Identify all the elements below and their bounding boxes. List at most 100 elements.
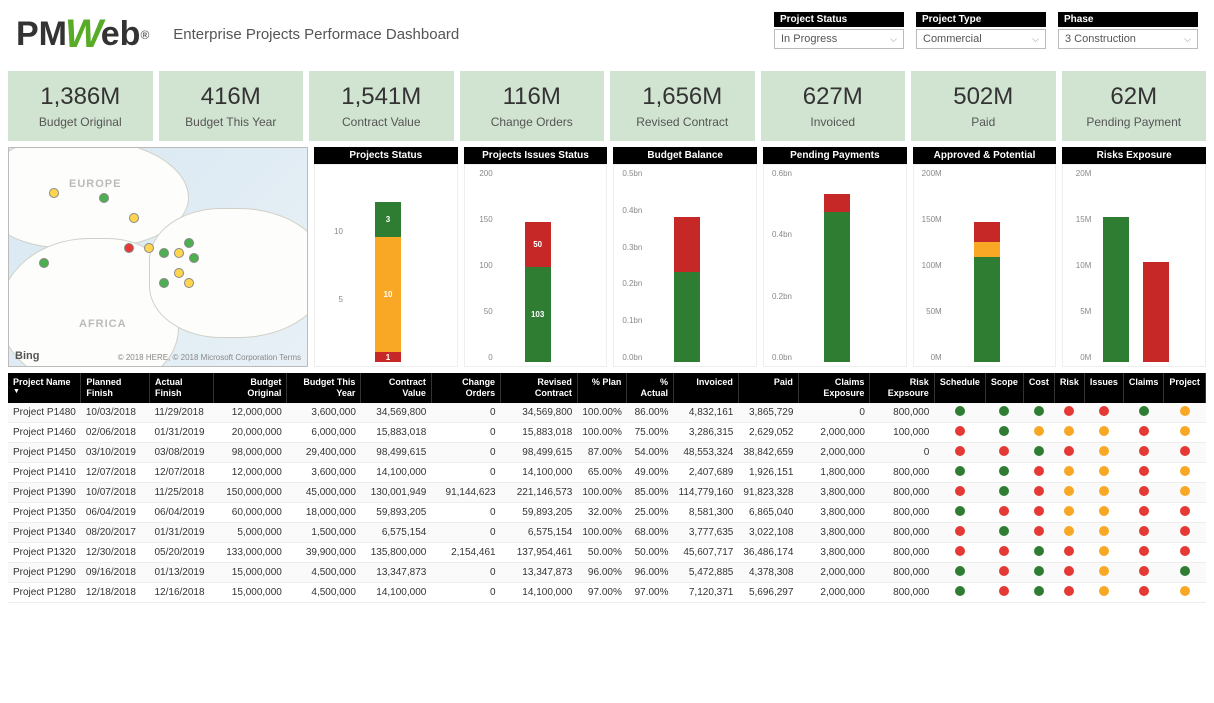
status-dot [999,426,1009,436]
table-row[interactable]: Project P135006/04/201906/04/201960,000,… [8,502,1206,522]
col-header[interactable]: Change Orders [431,373,500,403]
status-dot [1139,586,1149,596]
chevron-down-icon: ⌵ [890,34,897,45]
col-header[interactable]: Scope [985,373,1023,403]
status-dot [1139,486,1149,496]
col-header[interactable]: Project [1164,373,1206,403]
table-row[interactable]: Project P129009/16/201801/13/201915,000,… [8,562,1206,582]
status-dot [999,486,1009,496]
status-dot [1099,546,1109,556]
status-dot [1099,566,1109,576]
map-copyright: © 2018 HERE, © 2018 Microsoft Corporatio… [118,353,301,362]
status-dot [1064,446,1074,456]
status-dot [1064,526,1074,536]
table-row[interactable]: Project P134008/20/201701/31/20195,000,0… [8,522,1206,542]
projects-table[interactable]: Project Name▼Planned FinishActual Finish… [8,373,1206,603]
status-dot [1064,566,1074,576]
chart-risks-exposure: Risks Exposure20M15M10M5M0M [1062,147,1206,367]
filter-label: Project Status [774,12,904,27]
status-dot [1064,546,1074,556]
kpi-invoiced: 627MInvoiced [761,71,906,141]
map-pin[interactable] [49,188,59,198]
status-dot [955,446,965,456]
kpi-pending-payment: 62MPending Payment [1062,71,1207,141]
status-dot [1064,486,1074,496]
map-pin[interactable] [159,248,169,258]
chevron-down-icon: ⌵ [1184,34,1191,45]
filter-select-project-type[interactable]: Commercial⌵ [916,29,1046,49]
status-dot [1139,406,1149,416]
table-row[interactable]: Project P132012/30/201805/20/2019133,000… [8,542,1206,562]
filter-label: Project Type [916,12,1046,27]
table-row[interactable]: Project P141012/07/201812/07/201812,000,… [8,462,1206,482]
table-row[interactable]: Project P128012/18/201812/16/201815,000,… [8,582,1206,602]
status-dot [999,566,1009,576]
status-dot [1099,466,1109,476]
col-header[interactable]: Paid [738,373,798,403]
logo: PMWeb® [16,12,149,57]
col-header[interactable]: Claims [1123,373,1164,403]
status-dot [955,526,965,536]
col-header[interactable]: Risk Expsoure [870,373,934,403]
page-title: Enterprise Projects Performace Dashboard [173,26,459,43]
map-pin[interactable] [174,268,184,278]
status-dot [1064,426,1074,436]
status-dot [1180,506,1190,516]
status-dot [1034,426,1044,436]
status-dot [1180,426,1190,436]
col-header[interactable]: % Plan [577,373,626,403]
status-dot [1064,406,1074,416]
filter-select-phase[interactable]: 3 Construction⌵ [1058,29,1198,49]
table-row[interactable]: Project P146002/06/201801/31/201920,000,… [8,422,1206,442]
status-dot [1180,466,1190,476]
map-pin[interactable] [184,278,194,288]
kpi-budget-this-year: 416MBudget This Year [159,71,304,141]
table-row[interactable]: Project P148010/03/201811/29/201812,000,… [8,403,1206,423]
status-dot [1180,486,1190,496]
map-pin[interactable] [124,243,134,253]
status-dot [999,526,1009,536]
status-dot [1099,446,1109,456]
map-pin[interactable] [39,258,49,268]
col-header[interactable]: Claims Exposure [798,373,869,403]
col-header[interactable]: Schedule [934,373,985,403]
table-row[interactable]: Project P145003/10/201903/08/201998,000,… [8,442,1206,462]
map-pin[interactable] [144,243,154,253]
status-dot [1139,506,1149,516]
map-pin[interactable] [99,193,109,203]
status-dot [999,586,1009,596]
col-header[interactable]: Risk [1054,373,1084,403]
col-header[interactable]: Contract Value [361,373,431,403]
col-header[interactable]: Issues [1084,373,1123,403]
col-header[interactable]: Revised Contract [501,373,578,403]
col-header[interactable]: Cost [1023,373,1054,403]
map[interactable]: EUROPEAFRICA Bing © 2018 HERE, © 2018 Mi… [8,147,308,367]
col-header[interactable]: % Actual [627,373,674,403]
col-header[interactable]: Budget Original [214,373,287,403]
col-header[interactable]: Project Name▼ [8,373,81,403]
status-dot [999,546,1009,556]
status-dot [955,586,965,596]
status-dot [1099,406,1109,416]
status-dot [1139,566,1149,576]
table-row[interactable]: Project P139010/07/201811/25/2018150,000… [8,482,1206,502]
col-header[interactable]: Invoiced [674,373,739,403]
filter-select-project-status[interactable]: In Progress⌵ [774,29,904,49]
status-dot [955,486,965,496]
chevron-down-icon: ⌵ [1032,34,1039,45]
map-pin[interactable] [174,248,184,258]
chart-projects-issues-status: Projects Issues Status20015010050010350 [464,147,608,367]
map-pin[interactable] [189,253,199,263]
status-dot [1064,506,1074,516]
map-pin[interactable] [129,213,139,223]
status-dot [1034,586,1044,596]
status-dot [999,446,1009,456]
map-pin[interactable] [159,278,169,288]
map-pin[interactable] [184,238,194,248]
col-header[interactable]: Budget This Year [287,373,361,403]
col-header[interactable]: Planned Finish [81,373,150,403]
status-dot [1034,506,1044,516]
status-dot [1034,466,1044,476]
col-header[interactable]: Actual Finish [149,373,213,403]
status-dot [1180,526,1190,536]
